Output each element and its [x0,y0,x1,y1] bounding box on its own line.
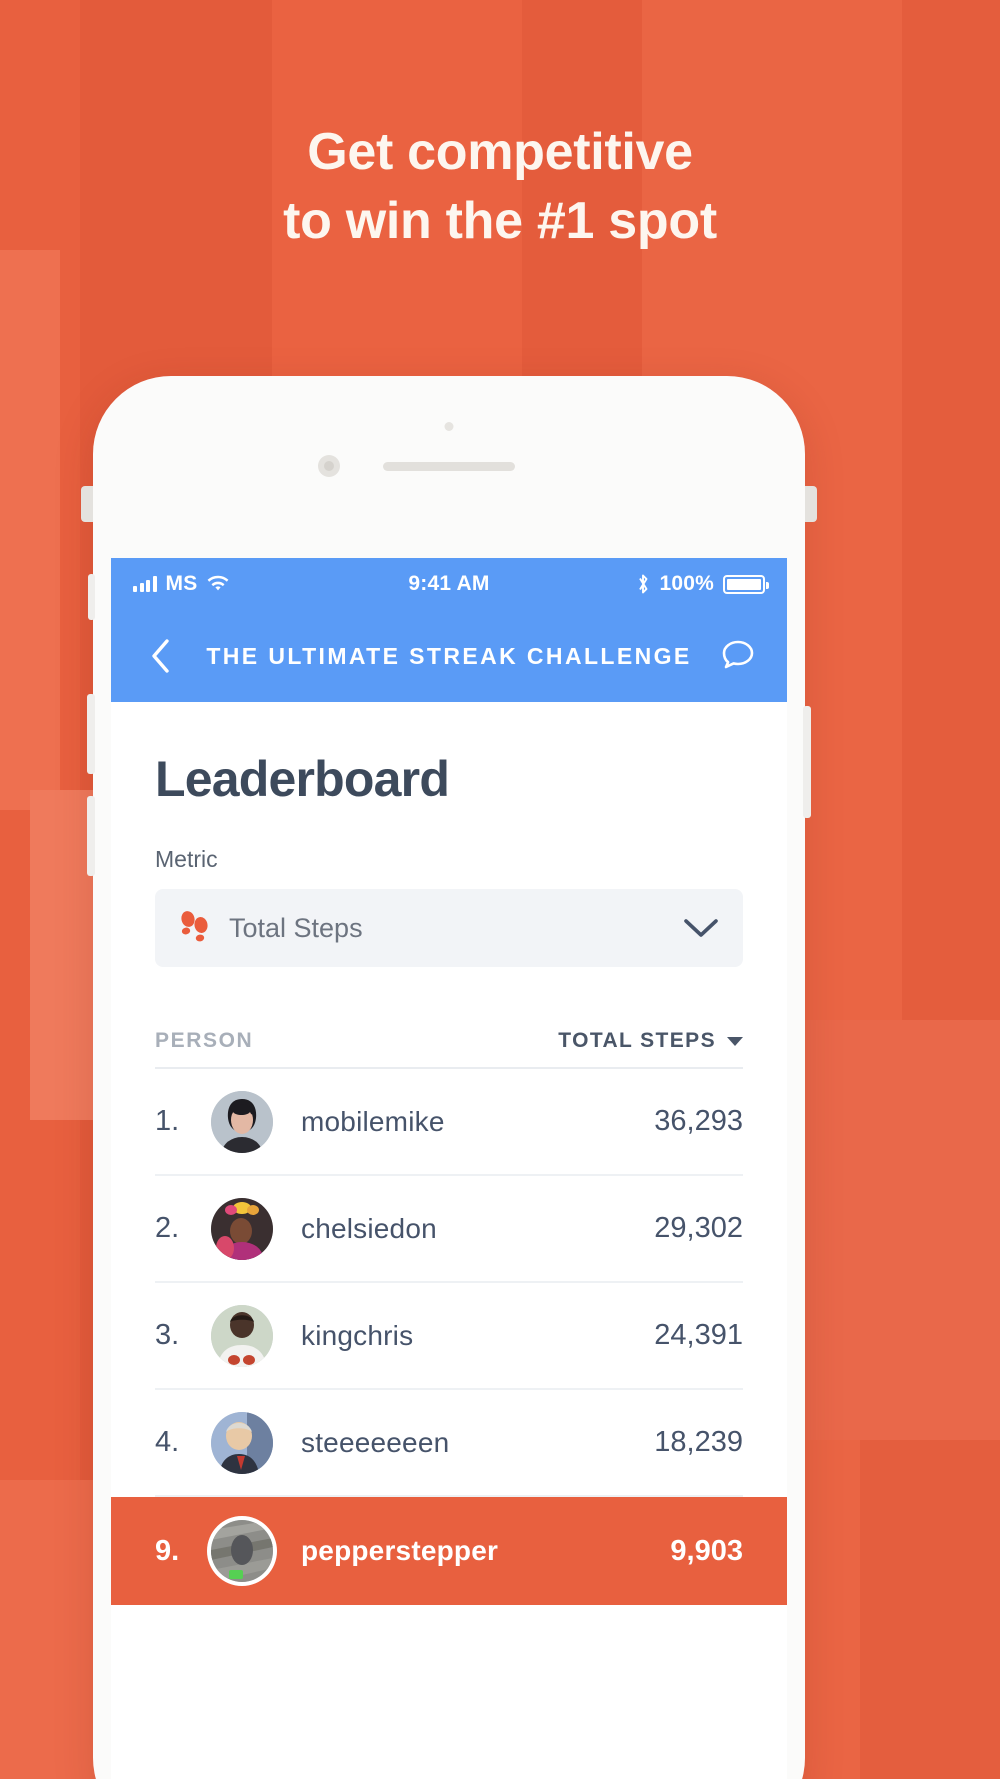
status-bar: MS 9:41 AM 100% [111,558,787,610]
bg-block [860,1440,1000,1779]
row-name: chelsiedon [301,1212,437,1244]
row-value: 24,391 [654,1319,743,1351]
phone-mockup: MS 9:41 AM 100% THE ULTIMATE STREAK CHAL… [81,376,817,1779]
avatar [211,1197,273,1260]
table-row-current-user[interactable]: 9. pepperstepper 9,903 [111,1497,787,1605]
metric-selected-value: Total Steps [229,912,363,943]
carrier-label: MS [165,572,198,595]
antenna-band-left [81,486,93,522]
footprints-icon [179,910,213,946]
table-row[interactable]: 2. chelsiedon 29,302 [155,1176,743,1283]
bluetooth-icon [639,574,648,594]
headline-line-2: to win the #1 spot [283,191,717,250]
row-name: mobilemike [301,1105,445,1137]
row-rank: 9. [155,1534,180,1567]
back-button[interactable] [137,638,183,674]
table-row[interactable]: 4. steeeeeeen 18,239 [155,1390,743,1497]
clock-label: 9:41 AM [408,572,490,595]
chat-bubble-icon [722,640,754,669]
table-row[interactable]: 1. mobilemike 36,293 [155,1069,743,1176]
row-rank: 1. [155,1105,180,1137]
front-camera-icon [318,455,340,477]
column-header-metric-label: TOTAL STEPS [558,1029,716,1052]
row-rank: 3. [155,1319,180,1351]
column-header-person: PERSON [155,1029,254,1052]
column-header-metric[interactable]: TOTAL STEPS [558,1029,743,1053]
row-name: pepperstepper [301,1535,499,1566]
battery-full-icon [723,574,769,594]
wifi-icon [208,575,229,591]
nav-bar: THE ULTIMATE STREAK CHALLENGE [111,610,787,702]
avatar [211,1090,273,1153]
volume-up-button[interactable] [87,796,95,876]
leaderboard-table-header: PERSON TOTAL STEPS [155,1029,743,1069]
avatar [211,1520,273,1582]
metric-dropdown[interactable]: Total Steps [155,889,743,967]
status-bar-left: MS [133,572,408,596]
battery-percent-label: 100% [659,572,714,595]
volume-down-button[interactable] [87,694,95,774]
avatar [211,1304,273,1367]
row-name: kingchris [301,1319,414,1351]
mute-switch[interactable] [88,574,95,620]
row-rank: 4. [155,1426,180,1458]
antenna-band-right [805,486,817,522]
row-rank: 2. [155,1212,180,1244]
row-value: 36,293 [654,1105,743,1137]
ambient-sensor-icon [444,422,454,431]
row-value: 29,302 [654,1212,743,1244]
bg-block [0,250,60,810]
power-button[interactable] [803,706,811,818]
leaderboard-screen: Leaderboard Metric Total Steps PERSON TO… [111,750,787,1605]
chevron-down-icon [684,919,718,937]
caret-down-icon [727,1036,743,1046]
avatar [211,1411,273,1474]
page-title: Leaderboard [155,751,450,807]
table-row[interactable]: 3. kingchris 24,391 [155,1283,743,1390]
status-bar-right: 100% [490,572,769,596]
metric-field-label: Metric [155,846,218,872]
promo-headline: Get competitive to win the #1 spot [0,118,1000,255]
nav-title: THE ULTIMATE STREAK CHALLENGE [206,642,692,669]
row-value: 9,903 [670,1534,743,1567]
earpiece-speaker [383,462,515,471]
row-name: steeeeeeen [301,1426,450,1458]
headline-line-1: Get competitive [307,123,693,181]
signal-bars-icon [133,576,157,592]
phone-screen: MS 9:41 AM 100% THE ULTIMATE STREAK CHAL… [111,558,787,1779]
row-value: 18,239 [654,1426,743,1458]
chevron-left-icon [152,639,169,673]
chat-button[interactable] [715,637,761,675]
